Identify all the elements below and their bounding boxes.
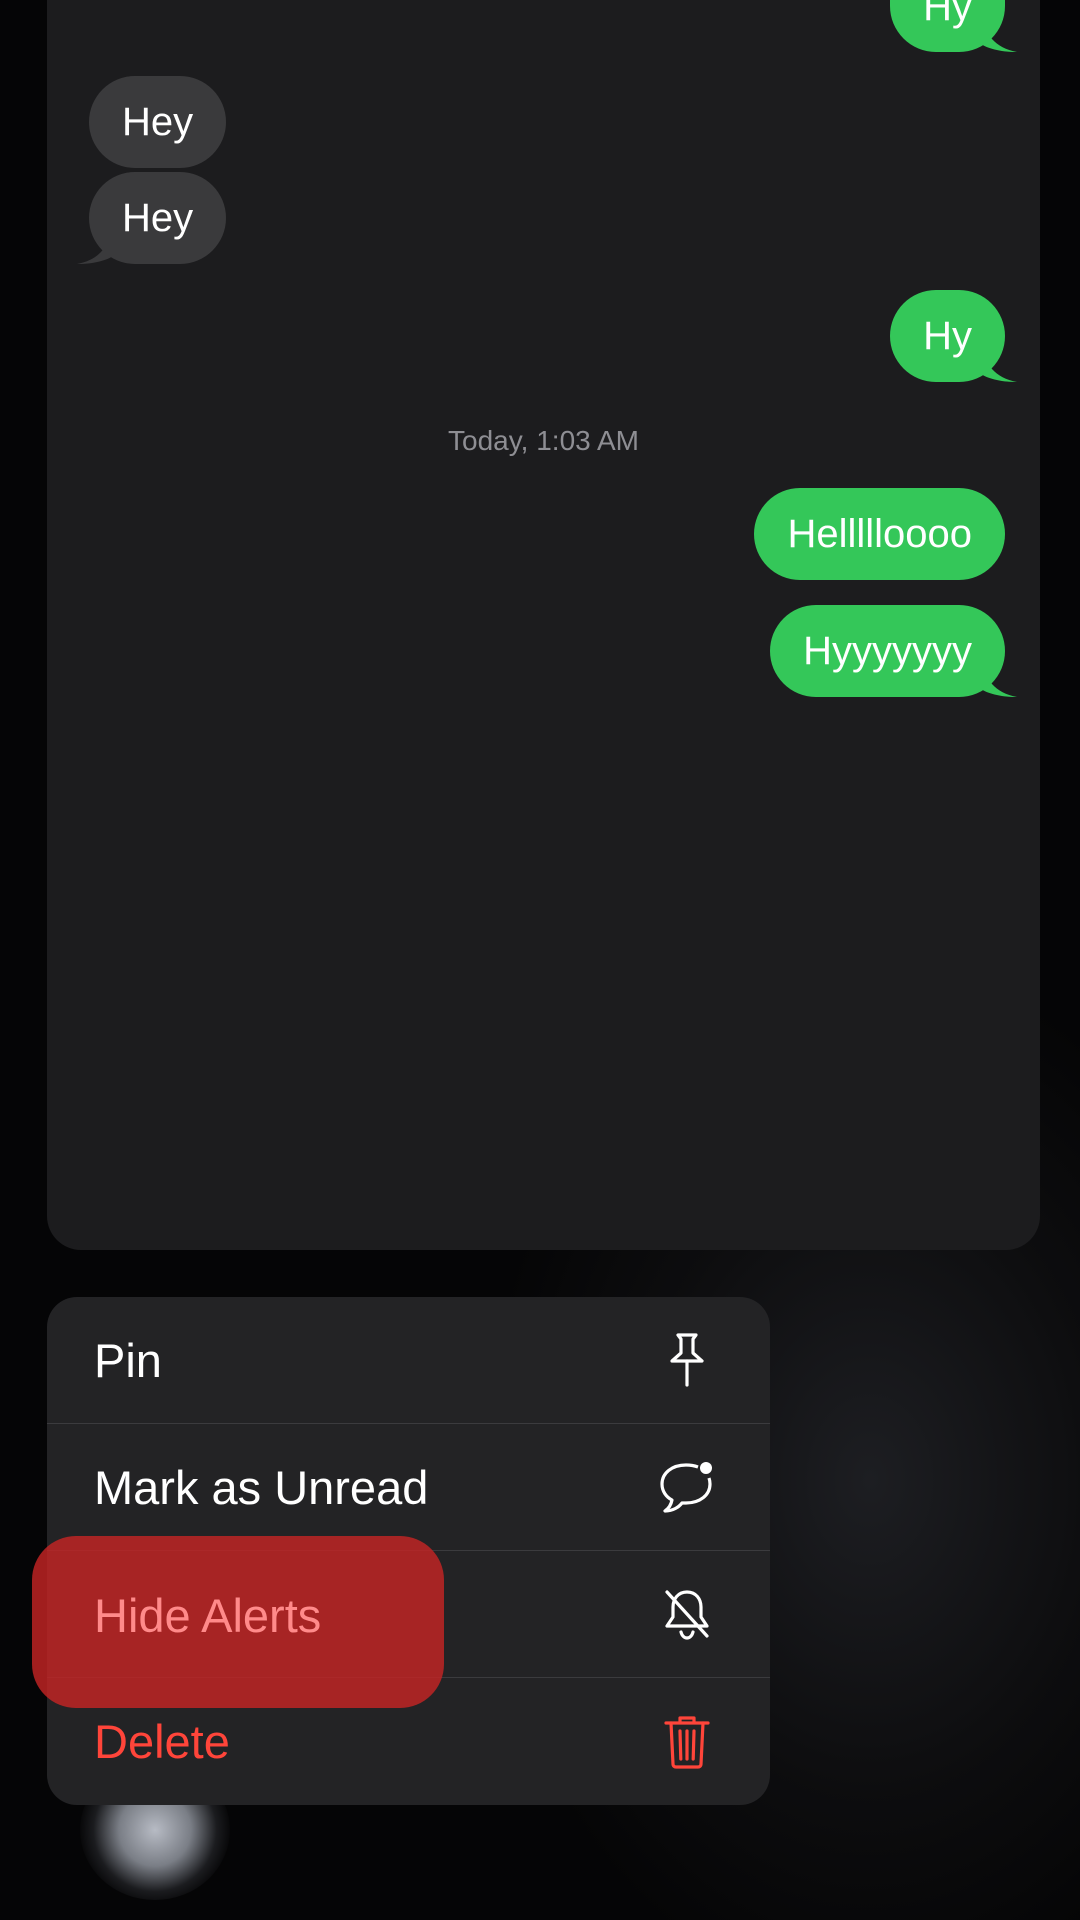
trash-icon: [658, 1713, 716, 1771]
menu-item-pin[interactable]: Pin: [47, 1297, 770, 1424]
message-bubble-outgoing: Hy: [890, 0, 1017, 52]
message-bubble-outgoing: Hy: [890, 290, 1017, 382]
message-text: Hey: [122, 196, 194, 240]
pin-icon: [658, 1331, 716, 1389]
bubble-tail-icon: [77, 228, 113, 264]
message-bubble-outgoing: Hyyyyyyy: [770, 605, 1017, 697]
menu-item-mark-as-unread[interactable]: Mark as Unread: [47, 1424, 770, 1551]
message-bubble-outgoing: Hellllloooo: [754, 488, 1005, 580]
screen: Hy Hey Hey Hy Today, 1:03 AM Hellllloooo: [0, 0, 1080, 1920]
bell-slash-icon: [658, 1585, 716, 1643]
bubble-tail-icon: [981, 661, 1017, 697]
menu-item-label: Mark as Unread: [94, 1460, 429, 1514]
conversation-preview: Hy Hey Hey Hy Today, 1:03 AM Hellllloooo: [47, 0, 1040, 1250]
message-text: Hyyyyyyy: [803, 629, 972, 673]
message-text: Hy: [923, 0, 972, 29]
message-bubble-incoming: Hey: [89, 76, 227, 168]
message-text: Hey: [122, 100, 194, 144]
message-text: Hy: [923, 314, 972, 358]
menu-item-label: Delete: [94, 1715, 230, 1768]
menu-item-label: Pin: [94, 1333, 162, 1387]
bubble-tail-icon: [981, 346, 1017, 382]
message-text: Hellllloooo: [787, 512, 972, 556]
bubble-tail-icon: [981, 16, 1017, 52]
message-bubble-incoming: Hey: [77, 172, 227, 264]
conversation-timestamp: Today, 1:03 AM: [448, 425, 639, 456]
hide-alerts-label[interactable]: Hide Alerts: [94, 1588, 321, 1644]
unread-bubble-icon: [658, 1458, 716, 1516]
